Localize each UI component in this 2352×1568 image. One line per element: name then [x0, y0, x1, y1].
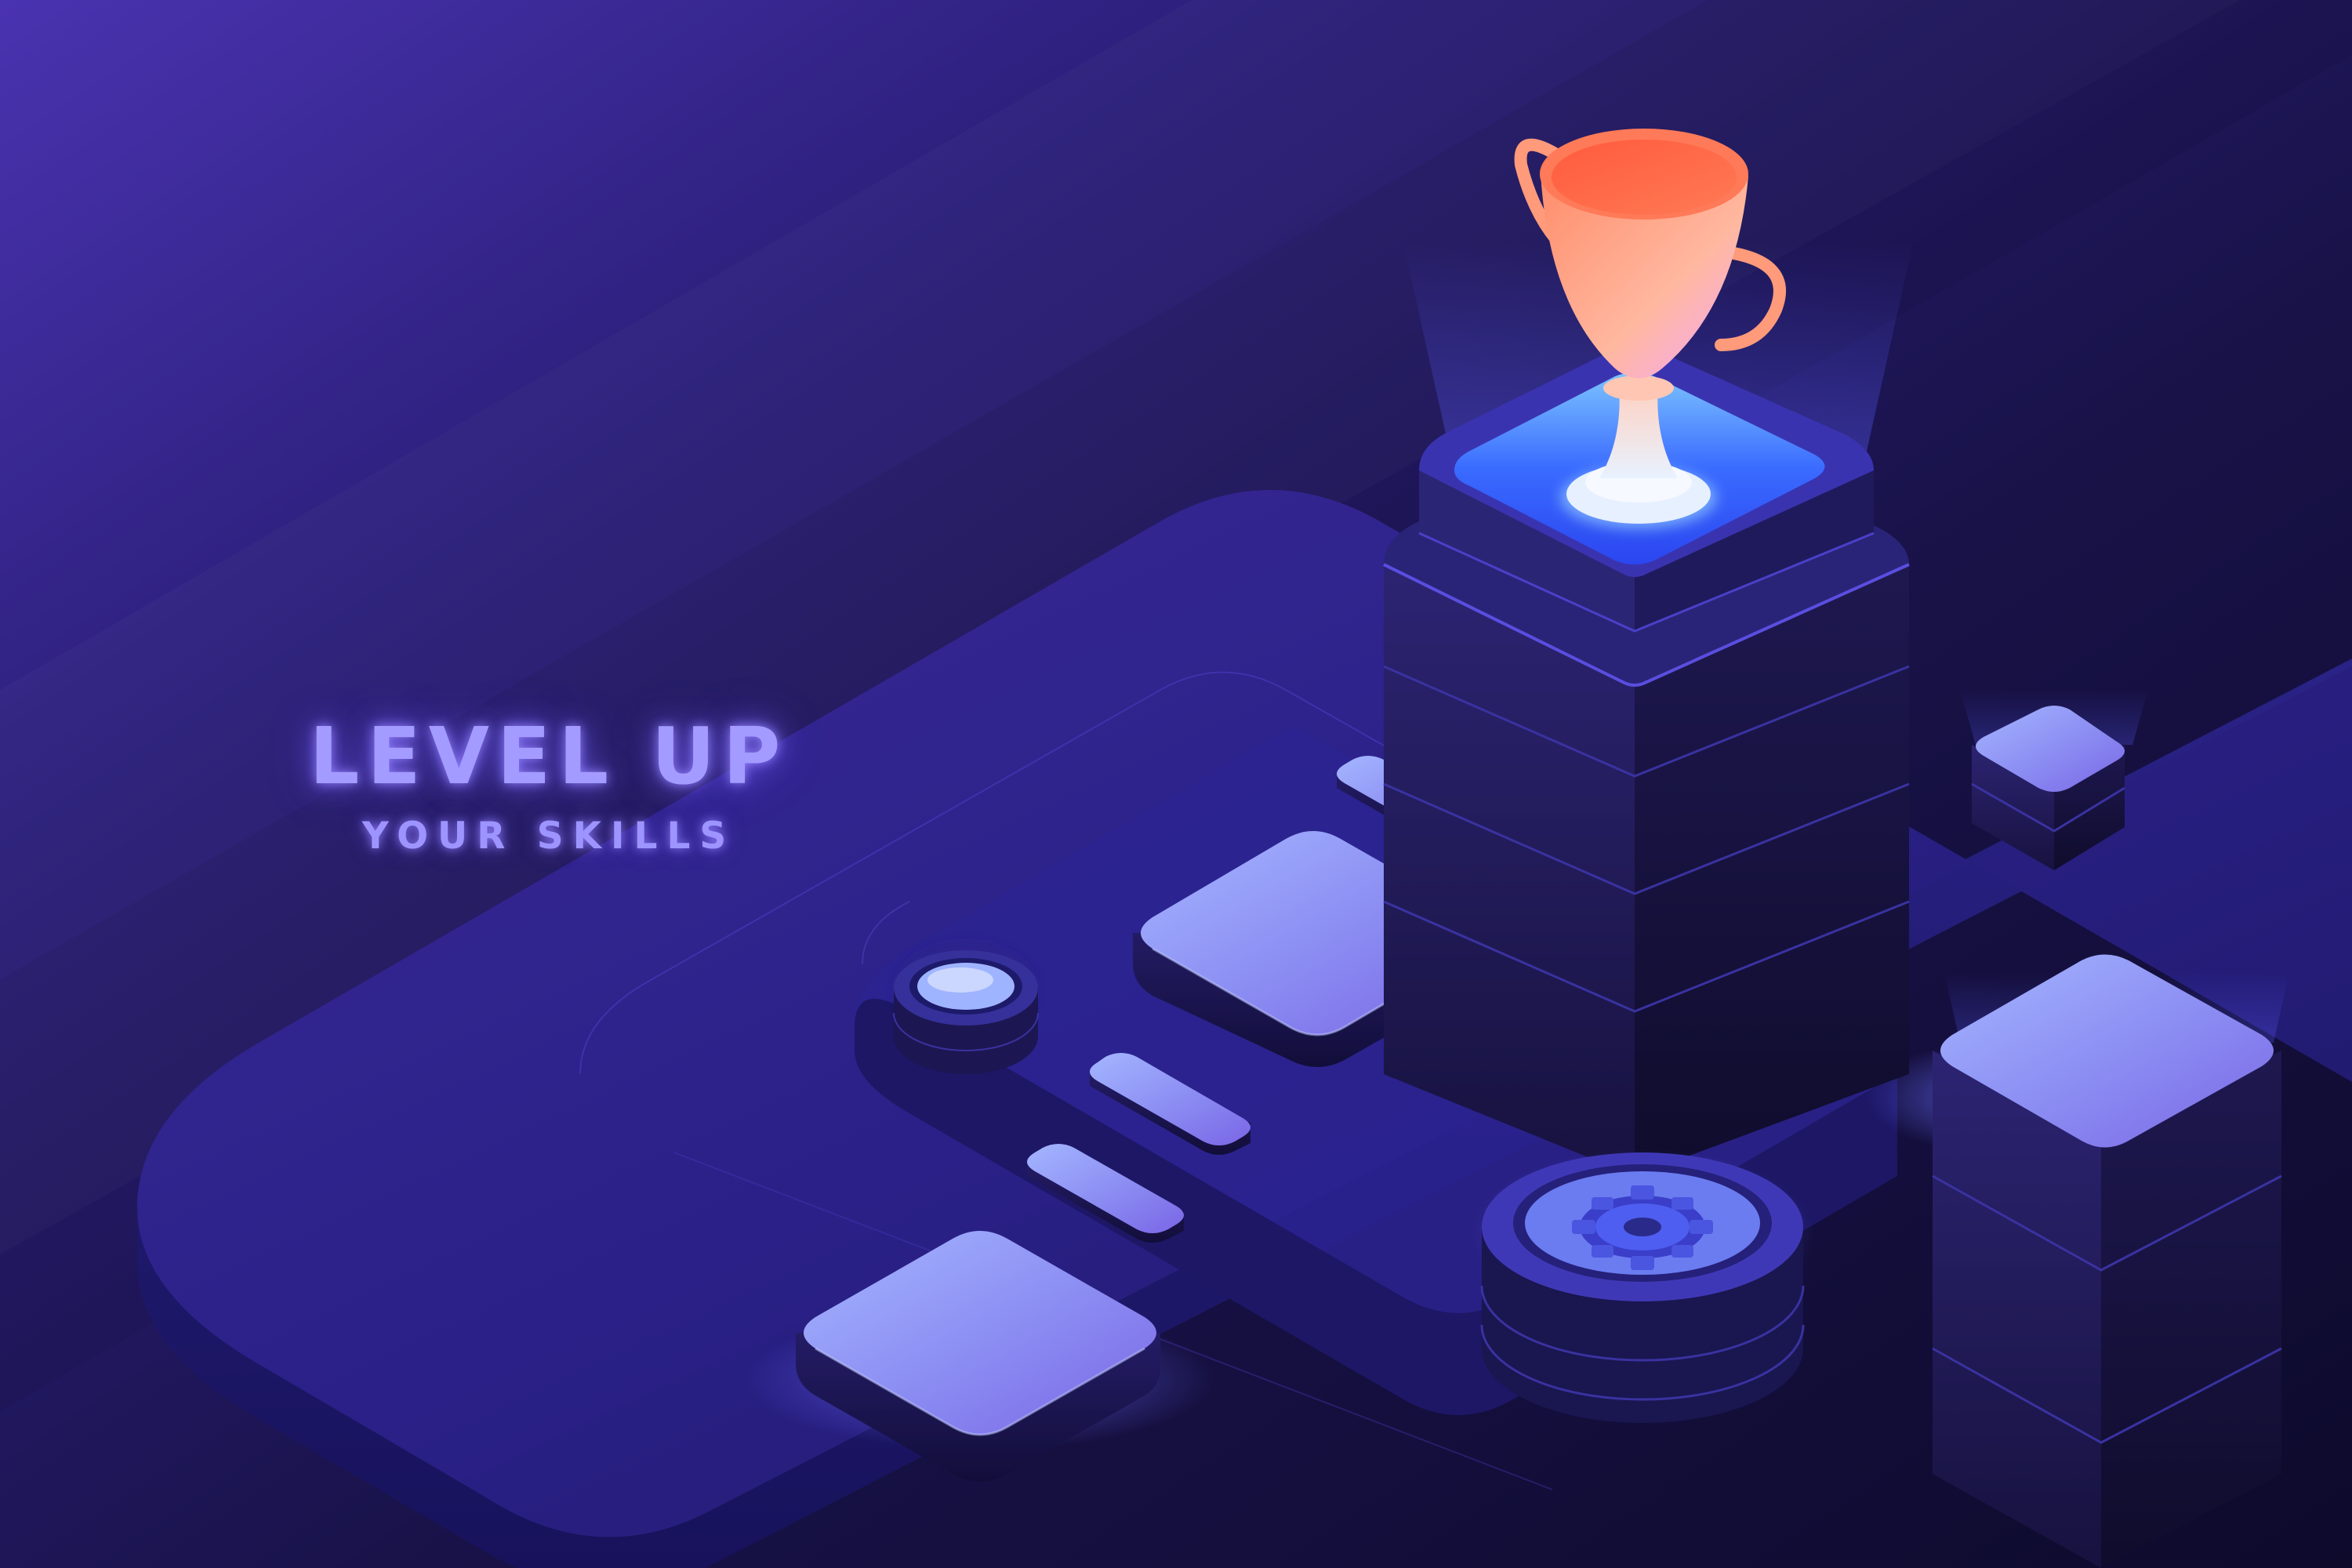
headline-title: LEVEL UP	[309, 710, 789, 802]
headline: LEVEL UP YOUR SKILLS	[243, 710, 855, 860]
headline-subtitle: YOUR SKILLS	[361, 815, 736, 858]
right-pillar	[1932, 954, 2282, 1568]
round-button	[893, 946, 1039, 1074]
gear-disc	[1470, 1149, 1815, 1423]
